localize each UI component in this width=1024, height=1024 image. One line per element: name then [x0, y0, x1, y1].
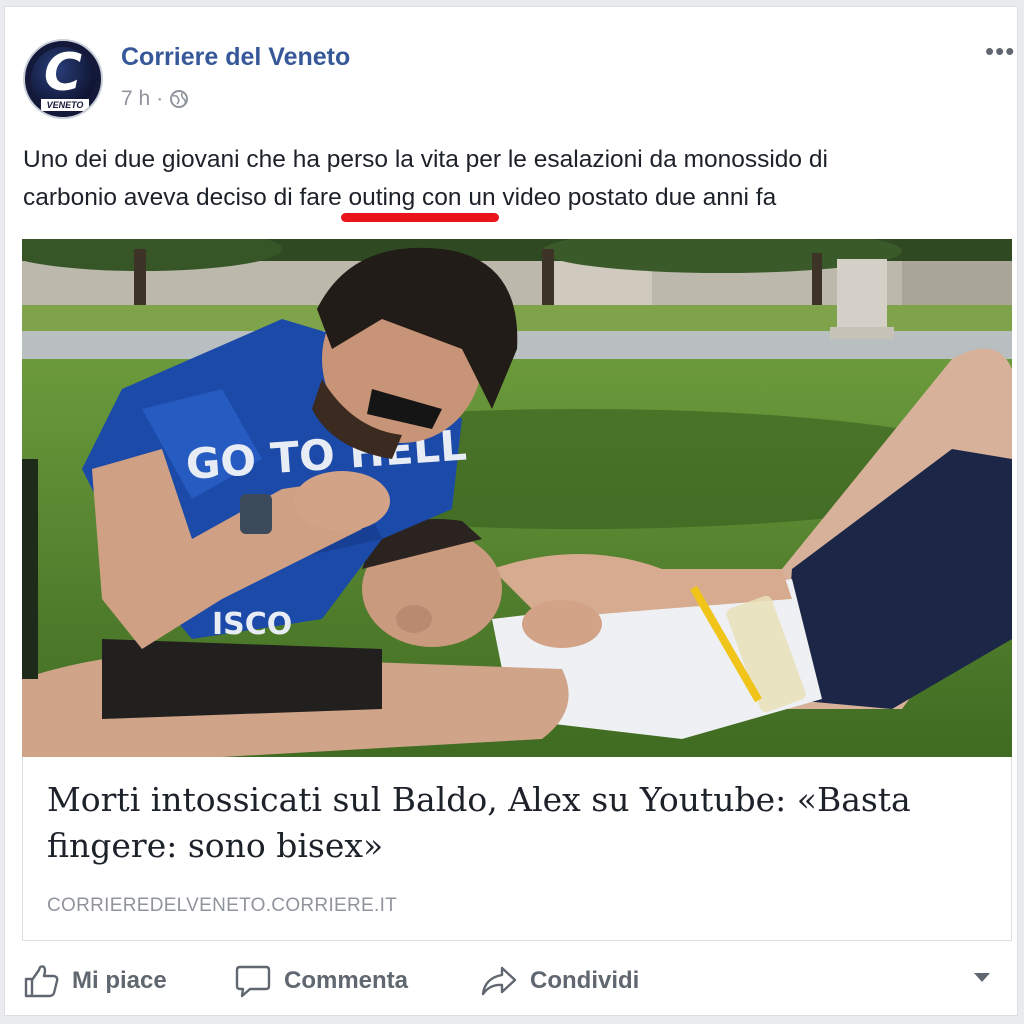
share-label: Condividi — [530, 967, 640, 994]
post-message-line-2: carbonio aveva deciso di fare outing con… — [23, 184, 777, 211]
page-name-link[interactable]: Corriere del Veneto — [121, 43, 350, 72]
red-underline-annotation — [341, 213, 499, 222]
avatar-logo-letter: C — [43, 43, 83, 103]
more-options-icon[interactable]: ••• — [985, 38, 1015, 64]
like-icon — [24, 965, 59, 998]
shirt-print-text-2: ISCO — [212, 607, 292, 642]
link-domain: CORRIEREDELVENETO.CORRIERE.IT — [47, 895, 398, 916]
like-button[interactable]: Mi piace — [22, 961, 167, 1001]
post-card: C VENETO Corriere del Veneto 7 h · ••• U… — [4, 6, 1018, 1016]
comment-label: Commenta — [284, 967, 409, 994]
link-title[interactable]: Morti intossicati sul Baldo, Alex su You… — [47, 777, 967, 869]
post-actions-bar: Mi piace Commenta Condividi — [22, 953, 1012, 1011]
meta-separator: · — [156, 87, 164, 110]
post-message: Uno dei due giovani che ha perso la vita… — [23, 141, 1003, 217]
link-preview-box[interactable]: Morti intossicati sul Baldo, Alex su You… — [22, 757, 1012, 941]
caret-down-icon[interactable] — [974, 973, 990, 982]
comment-icon — [235, 965, 271, 998]
share-icon — [481, 966, 517, 996]
photo-illustration: GO TO HELL ISCO — [22, 239, 1012, 757]
share-button[interactable]: Condividi — [480, 961, 639, 1001]
comment-button[interactable]: Commenta — [234, 961, 408, 1001]
globe-icon — [170, 90, 189, 108]
like-label: Mi piace — [72, 967, 167, 994]
link-preview-image[interactable]: GO TO HELL ISCO — [22, 239, 1012, 757]
avatar-logo-sub: VENETO — [41, 99, 89, 111]
post-timestamp[interactable]: 7 h — [121, 87, 150, 111]
page-avatar[interactable]: C VENETO — [23, 39, 103, 119]
post-meta: 7 h · — [121, 87, 189, 111]
post-message-line-1: Uno dei due giovani che ha perso la vita… — [23, 146, 828, 173]
